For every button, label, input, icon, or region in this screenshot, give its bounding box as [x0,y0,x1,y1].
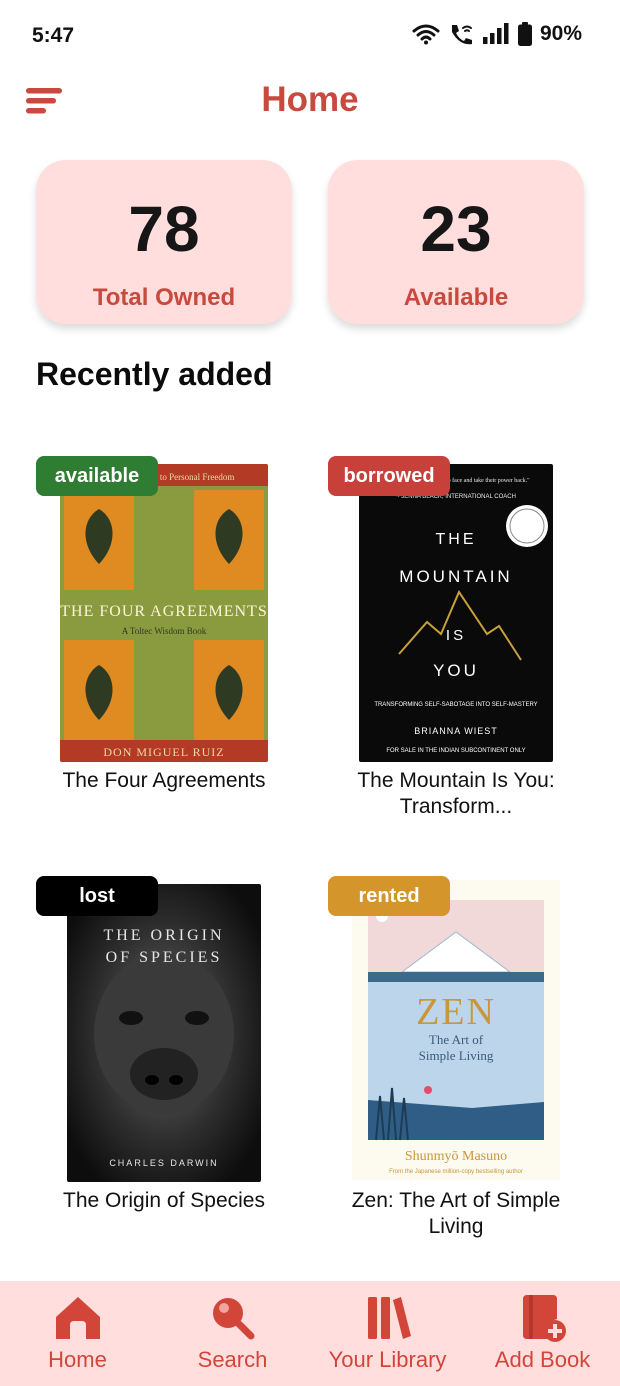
cover-title: THE FOUR AGREEMENTS [60,603,267,620]
search-icon [212,1298,254,1340]
nav-add-book[interactable]: Add Book [465,1281,620,1386]
cover-title-line-4: YOU [433,661,479,680]
nav-search-label: Search [197,1347,268,1372]
cover-title: ZEN [416,991,496,1033]
status-badge: rented [328,876,450,916]
status-badge: available [36,456,158,496]
cover-title-line-3: IS [446,627,466,644]
page-title: Home [261,80,359,119]
available-count: 23 [420,193,492,265]
status-badge: borrowed [328,456,450,496]
cover-title-line-1: THE ORIGIN [103,927,224,944]
cover-author: BRIANNA WIEST [414,726,498,736]
status-time: 5:47 [32,24,75,47]
total-owned-card[interactable]: 78 Total Owned [36,160,292,324]
wifi-icon [412,24,440,45]
cover-title-line-2: MOUNTAIN [399,567,512,586]
book-cover: THE ORIGIN OF SPECIES CHARLES DARWIN [67,884,261,1182]
cover-footer: FOR SALE IN THE INDIAN SUBCONTINENT ONLY [386,748,525,754]
cover-subtitle: A Toltec Wisdom Book [122,626,207,636]
book-title: The Four Agreements [62,769,266,792]
cover-author: Shunmyō Masuno [405,1149,507,1164]
book-cover: ZEN The Art of Simple Living Shunmyō Mas… [352,880,560,1180]
book-card[interactable]: THE ORIGIN OF SPECIES CHARLES DARWIN los… [36,876,296,1226]
cover-footer: From the Japanese million-copy bestselli… [389,1169,523,1175]
home-icon [55,1297,100,1339]
nav-add-book-label: Add Book [494,1347,591,1372]
book-cover: A Practical Guide to Personal Freedom TH… [60,464,268,762]
book-title: The Mountain Is You: Transform... [357,769,555,818]
available-label: Available [403,284,509,311]
battery-percentage: 90% [539,22,582,45]
battery-icon [517,22,532,46]
book-card[interactable]: ZEN The Art of Simple Living Shunmyō Mas… [328,876,588,1246]
book-title: The Origin of Species [63,1189,265,1212]
cover-title-line-2: OF SPECIES [106,949,223,966]
cover-subtitle: TRANSFORMING SELF-SABOTAGE INTO SELF-MAS… [374,702,537,708]
signal-icon [482,23,509,44]
cover-subtitle-line-1: The Art of [429,1032,484,1047]
status-badge: lost [36,876,158,916]
nav-search[interactable]: Search [155,1281,310,1386]
nav-home-label: Home [48,1347,107,1372]
app-bar: Home [0,72,620,132]
bottom-nav: Home Search Your Library Add Book [0,1281,620,1386]
status-bar: 5:47 90% [0,0,620,72]
book-title: Zen: The Art of Simple Living [351,1189,561,1238]
library-icon [367,1297,411,1339]
cover-author: CHARLES DARWIN [109,1158,218,1168]
available-card[interactable]: 23 Available [328,160,584,324]
total-owned-label: Total Owned [92,284,236,311]
status-icons: 90% [412,22,582,46]
recently-added-heading: Recently added [36,356,273,392]
wifi-call-icon [451,25,472,45]
nav-your-library-label: Your Library [328,1347,447,1372]
book-cover: "...for those brave enough to face and t… [359,464,553,762]
book-card[interactable]: A Practical Guide to Personal Freedom TH… [36,456,296,806]
add-book-icon [522,1295,566,1342]
cover-subtitle-line-2: Simple Living [419,1048,494,1063]
nav-your-library[interactable]: Your Library [310,1281,465,1386]
nav-home[interactable]: Home [0,1281,155,1386]
cover-title-line-1: THE [436,531,477,548]
book-card[interactable]: "...for those brave enough to face and t… [328,456,588,826]
total-owned-count: 78 [128,193,200,265]
cover-author: DON MIGUEL RUIZ [103,745,224,759]
